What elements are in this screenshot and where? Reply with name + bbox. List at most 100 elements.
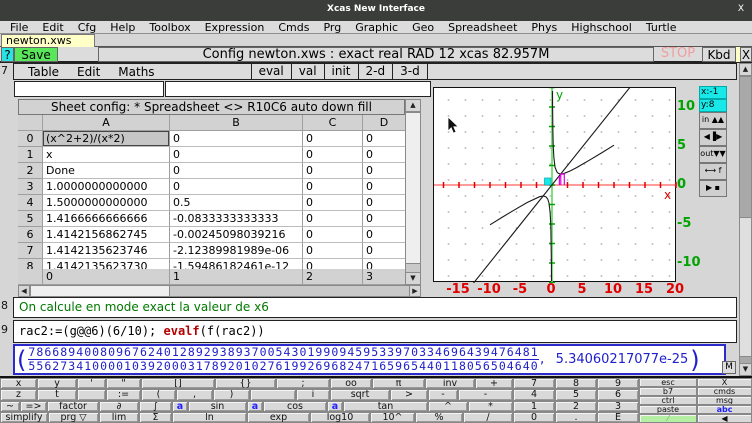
- zoom-in-button[interactable]: in ▲▲: [699, 112, 727, 129]
- sheet-menu-maths[interactable]: Maths: [118, 65, 154, 79]
- key-a[interactable]: a: [327, 401, 343, 412]
- key-lim[interactable]: lim: [99, 412, 139, 423]
- cell-B1[interactable]: 0: [170, 147, 303, 163]
- column-header-D[interactable]: D: [363, 115, 405, 131]
- key-∂[interactable]: ∂: [99, 401, 139, 412]
- key-7[interactable]: 7: [513, 378, 555, 389]
- cell-D3[interactable]: 0: [363, 179, 405, 195]
- key-cos[interactable]: cos: [263, 401, 327, 412]
- cell-C8[interactable]: 0: [303, 259, 363, 269]
- key-4[interactable]: 4: [513, 389, 555, 400]
- cell-A7[interactable]: 1.4142135623746: [43, 243, 170, 259]
- sheet-button-eval[interactable]: eval: [251, 63, 292, 80]
- cell-D2[interactable]: 0: [363, 163, 405, 179]
- key-)[interactable]: ): [213, 389, 250, 400]
- key-esc[interactable]: esc: [639, 378, 697, 387]
- menu-toolbox[interactable]: Toolbox: [149, 21, 190, 34]
- key-exp[interactable]: exp: [247, 412, 310, 423]
- row-header-0[interactable]: 0: [18, 131, 43, 147]
- key-inv[interactable]: inv: [425, 378, 475, 389]
- key-([interactable]: (: [141, 389, 176, 400]
- cell-D8[interactable]: 0: [363, 259, 405, 269]
- config-status-button[interactable]: Config newton.xws : exact real RAD 12 xc…: [98, 47, 654, 62]
- sheet-config-bar[interactable]: Sheet config: * Spreadsheet <> R10C6 aut…: [18, 99, 405, 115]
- key-prg ▽[interactable]: prg ▽: [48, 412, 99, 423]
- menu-prg[interactable]: Prg: [323, 21, 341, 34]
- key-^[interactable]: ^: [428, 401, 468, 412]
- cell-A5[interactable]: 1.4166666666666: [43, 211, 170, 227]
- pan-horizontal-button[interactable]: ◀▐▶: [699, 129, 727, 146]
- key-6[interactable]: 6: [597, 389, 639, 400]
- key-y[interactable]: y: [37, 378, 77, 389]
- menu-spreadsheet[interactable]: Spreadsheet: [448, 21, 517, 34]
- key-;[interactable]: ;: [276, 378, 330, 389]
- cell-B2[interactable]: 0: [170, 163, 303, 179]
- key-ln[interactable]: ln: [172, 412, 247, 423]
- cell-C6[interactable]: 0: [303, 227, 363, 243]
- key-.[interactable]: .: [555, 412, 597, 423]
- key-[][interactable]: []: [141, 378, 215, 389]
- row-header-1[interactable]: 1: [18, 147, 43, 163]
- cell-D0[interactable]: 0: [363, 131, 405, 147]
- cell-ref-input[interactable]: [14, 81, 164, 97]
- cell-A1[interactable]: x: [43, 147, 170, 163]
- row-header-6[interactable]: 6: [18, 227, 43, 243]
- key-blank[interactable]: [250, 389, 296, 400]
- key-a[interactable]: a: [247, 401, 263, 412]
- column-header-C[interactable]: C: [303, 115, 363, 131]
- key-abc[interactable]: abc: [697, 405, 752, 414]
- key-⁄[interactable]: ⁄: [639, 414, 697, 423]
- tab-newton-xws[interactable]: newton.xws: [1, 34, 95, 47]
- key-3[interactable]: 3: [597, 401, 639, 412]
- key-cmds[interactable]: cmds: [697, 387, 752, 396]
- key-i[interactable]: i: [296, 389, 330, 400]
- cell-B5[interactable]: -0.0833333333333: [170, 211, 303, 227]
- autoscale-button[interactable]: ⟷ f: [699, 163, 727, 180]
- cell-A8[interactable]: 1.4142135623730: [43, 259, 170, 269]
- key-8[interactable]: 8: [555, 378, 597, 389]
- cell-D6[interactable]: 0: [363, 227, 405, 243]
- key-1[interactable]: 1: [513, 401, 555, 412]
- cell-C1[interactable]: 0: [303, 147, 363, 163]
- key-factor[interactable]: factor: [47, 401, 99, 412]
- cell-D1[interactable]: 0: [363, 147, 405, 163]
- key-=>[interactable]: =>: [20, 401, 47, 412]
- menu-edit[interactable]: Edit: [42, 21, 63, 34]
- cell-value-input[interactable]: [165, 81, 431, 97]
- cell-C5[interactable]: 0: [303, 211, 363, 227]
- kbd-toggle-button[interactable]: Kbd: [702, 47, 736, 62]
- column-header-A[interactable]: A: [43, 115, 170, 131]
- row-header-2[interactable]: 2: [18, 163, 43, 179]
- row-header-5[interactable]: 5: [18, 211, 43, 227]
- cell-B0[interactable]: 0: [170, 131, 303, 147]
- row-header-8[interactable]: 8: [18, 259, 43, 269]
- key-5[interactable]: 5: [555, 389, 597, 400]
- cell-C2[interactable]: 0: [303, 163, 363, 179]
- row-header-3[interactable]: 3: [18, 179, 43, 195]
- key-blank[interactable]: [77, 389, 106, 400]
- key-%[interactable]: %: [415, 412, 463, 423]
- menu-help[interactable]: Help: [110, 21, 135, 34]
- cell-D5[interactable]: 0: [363, 211, 405, 227]
- key-'[interactable]: ': [77, 378, 106, 389]
- key-{}[interactable]: {}: [215, 378, 276, 389]
- key-/[interactable]: /: [463, 412, 513, 423]
- key-tan[interactable]: tan: [343, 401, 428, 412]
- key-◀[interactable]: ◀: [697, 414, 752, 423]
- key-b7[interactable]: b7: [639, 387, 697, 396]
- cell-C3[interactable]: 0: [303, 179, 363, 195]
- key-:=[interactable]: :=: [106, 389, 141, 400]
- session-scroll-up-icon[interactable]: ▲: [739, 63, 752, 76]
- key->[interactable]: >: [390, 389, 428, 400]
- key-log10[interactable]: log10: [310, 412, 370, 423]
- sheet-button-2-d[interactable]: 2-d: [359, 63, 394, 80]
- graph-canvas[interactable]: y x: [433, 87, 676, 282]
- key-Σ[interactable]: Σ: [139, 412, 172, 423]
- save-button[interactable]: Save: [14, 47, 58, 62]
- cell-A0[interactable]: (x^2+2)/(x*2): [43, 131, 170, 147]
- key-2[interactable]: 2: [555, 401, 597, 412]
- key-sin[interactable]: sin: [188, 401, 247, 412]
- play-button[interactable]: ▶ ▪: [699, 180, 727, 197]
- key-X[interactable]: X: [697, 378, 752, 387]
- command-line-input[interactable]: rac2:=(g@@6)(6/10); evalf(f(rac2)): [13, 320, 737, 343]
